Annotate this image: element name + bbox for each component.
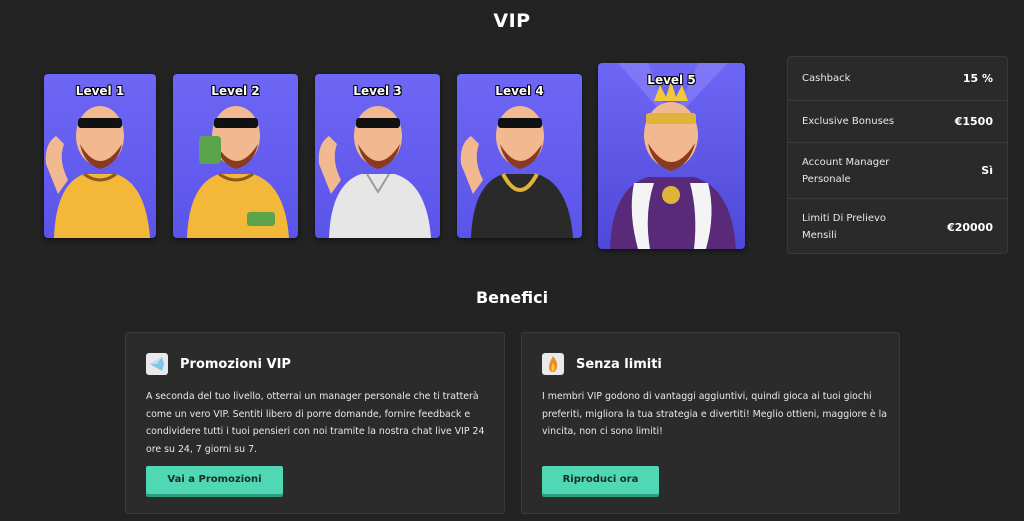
- diamond-icon: [146, 353, 168, 375]
- play-now-button[interactable]: Riproduci ora: [542, 466, 659, 494]
- mascot-level-1-illustration: [45, 106, 150, 238]
- info-value: €20000: [947, 220, 993, 234]
- go-to-promotions-button[interactable]: Vai a Promozioni: [146, 466, 283, 494]
- level-label: Level 2: [211, 84, 260, 98]
- info-value: Sì: [981, 164, 993, 177]
- level-2-card[interactable]: Level 2: [173, 74, 298, 238]
- benefit-description: A seconda del tuo livello, otterrai un m…: [146, 391, 485, 455]
- level-5-card[interactable]: Level 5: [598, 63, 745, 249]
- benefit-title: Promozioni VIP: [180, 357, 291, 372]
- level-4-card[interactable]: Level 4: [457, 74, 582, 238]
- mascot-level-4-illustration: [460, 106, 573, 238]
- info-value: €1500: [954, 115, 993, 128]
- info-row-exclusive-bonuses: Exclusive Bonuses €1500: [788, 101, 1007, 143]
- page-title: VIP: [493, 10, 531, 32]
- info-label: Account Manager Personale: [802, 156, 890, 185]
- level-label: Level 5: [647, 73, 696, 87]
- level-label: Level 3: [353, 84, 402, 98]
- info-label: Cashback: [802, 73, 851, 84]
- mascot-level-3-illustration: [318, 106, 431, 238]
- level-label: Level 4: [495, 84, 544, 98]
- benefit-card-vip-promotions: Promozioni VIP A seconda del tuo livello…: [125, 332, 505, 514]
- level-3-card[interactable]: Level 3: [315, 74, 440, 238]
- info-row-withdrawal-limits: Limiti Di Prelievo Mensili €20000: [788, 199, 1007, 255]
- benefit-title: Senza limiti: [576, 357, 662, 372]
- info-label: Limiti Di Prelievo Mensili: [802, 213, 887, 241]
- benefits-title: Benefici: [475, 288, 549, 307]
- mascot-level-5-illustration: [610, 63, 736, 249]
- mascot-level-2-illustration: [187, 106, 289, 238]
- info-value: 15 %: [962, 72, 993, 85]
- flame-icon: [542, 353, 564, 375]
- level-1-card[interactable]: Level 1: [44, 74, 156, 238]
- info-row-cashback: Cashback 15 %: [788, 57, 1007, 101]
- benefit-description: I membri VIP godono di vantaggi aggiunti…: [542, 391, 887, 437]
- benefit-card-no-limits: Senza limiti I membri VIP godono di vant…: [521, 332, 900, 514]
- info-row-account-manager: Account Manager Personale Sì: [788, 143, 1007, 199]
- info-label: Exclusive Bonuses: [802, 116, 895, 127]
- level-label: Level 1: [75, 84, 125, 98]
- vip-info-table: Cashback 15 % Exclusive Bonuses €1500 Ac…: [787, 56, 1008, 254]
